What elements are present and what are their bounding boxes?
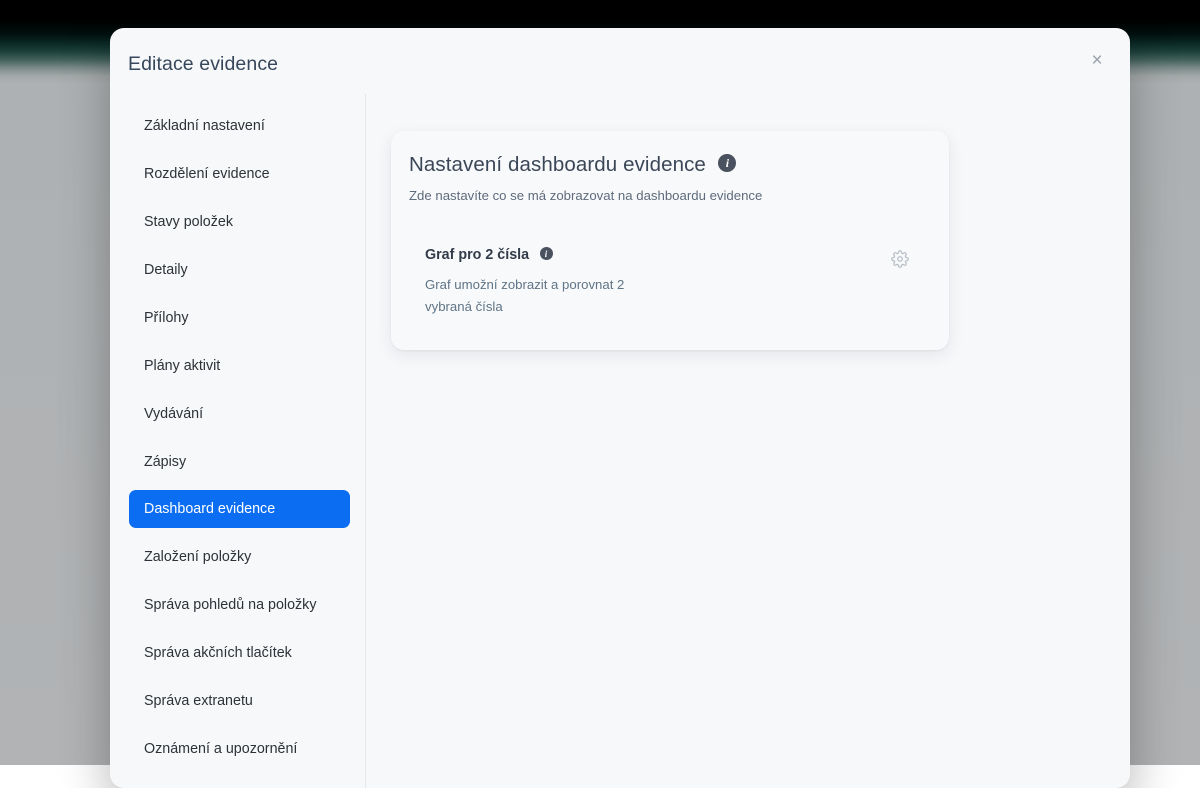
widget-title: Graf pro 2 čísla xyxy=(425,247,529,263)
sidebar-item-label: Plány aktivit xyxy=(144,358,220,374)
close-icon[interactable]: × xyxy=(1084,47,1110,73)
modal-titlebar: Editace evidence × xyxy=(110,28,1130,94)
card-subtitle: Zde nastavíte co se má zobrazovat na das… xyxy=(409,188,929,203)
sidebar-item-stavy-polozek[interactable]: Stavy položek xyxy=(132,202,351,241)
sidebar-item-prilohy[interactable]: Přílohy xyxy=(132,298,351,337)
sidebar-item-sprava-pohledu-na-polozky[interactable]: Správa pohledů na položky xyxy=(132,585,351,624)
info-icon[interactable]: i xyxy=(540,247,553,260)
info-icon[interactable]: i xyxy=(718,154,736,172)
sidebar-item-label: Základní nastavení xyxy=(144,118,265,134)
sidebar-item-zakladni-nastaveni[interactable]: Základní nastavení xyxy=(132,106,351,145)
widget-description: Graf umožní zobrazit a porovnat 2 vybran… xyxy=(425,274,647,318)
modal-body: Základní nastavení Rozdělení evidence St… xyxy=(110,94,1130,788)
widget-title-line: Graf pro 2 čísla i xyxy=(425,246,889,264)
sidebar-item-plany-aktivit[interactable]: Plány aktivit xyxy=(132,346,351,385)
sidebar-item-label: Zápisy xyxy=(144,454,186,470)
sidebar-item-label: Detaily xyxy=(144,262,188,278)
sidebar-item-label: Správa extranetu xyxy=(144,693,253,709)
gear-icon[interactable] xyxy=(891,250,909,268)
settings-sidebar: Základní nastavení Rozdělení evidence St… xyxy=(110,94,366,788)
sidebar-item-sprava-akcnich-tlacitek[interactable]: Správa akčních tlačítek xyxy=(132,633,351,672)
sidebar-item-label: Dashboard evidence xyxy=(144,501,275,517)
sidebar-item-sprava-extranetu[interactable]: Správa extranetu xyxy=(132,681,351,720)
widget-list: Graf pro 2 čísla i Graf umožní zobrazit … xyxy=(409,242,929,324)
card-header: Nastavení dashboardu evidence i xyxy=(409,153,929,177)
sidebar-item-label: Přílohy xyxy=(144,310,189,326)
widget-row-graf-pro-2-cisla[interactable]: Graf pro 2 čísla i Graf umožní zobrazit … xyxy=(409,242,929,324)
sidebar-item-vydavani[interactable]: Vydávání xyxy=(132,394,351,433)
sidebar-item-zapisy[interactable]: Zápisy xyxy=(132,442,351,481)
sidebar-item-label: Rozdělení evidence xyxy=(144,166,270,182)
sidebar-item-rozdeleni-evidence[interactable]: Rozdělení evidence xyxy=(132,154,351,193)
settings-content: Nastavení dashboardu evidence i Zde nast… xyxy=(366,94,1130,788)
sidebar-item-zalozeni-polozky[interactable]: Založení položky xyxy=(132,537,351,576)
sidebar-item-label: Správa pohledů na položky xyxy=(144,597,316,613)
modal-title: Editace evidence xyxy=(128,53,278,76)
edit-evidence-modal: Editace evidence × Základní nastavení Ro… xyxy=(110,28,1130,788)
sidebar-item-label: Správa akčních tlačítek xyxy=(144,645,292,661)
sidebar-item-oznameni-a-upozorneni[interactable]: Oznámení a upozornění xyxy=(132,729,351,768)
dashboard-settings-card: Nastavení dashboardu evidence i Zde nast… xyxy=(391,131,949,350)
sidebar-item-detaily[interactable]: Detaily xyxy=(132,250,351,289)
sidebar-item-label: Založení položky xyxy=(144,549,251,565)
sidebar-item-label: Stavy položek xyxy=(144,214,233,230)
sidebar-item-label: Vydávání xyxy=(144,406,203,422)
sidebar-item-label: Oznámení a upozornění xyxy=(144,741,297,757)
page-title: Nastavení dashboardu evidence xyxy=(409,153,706,177)
sidebar-item-dashboard-evidence[interactable]: Dashboard evidence xyxy=(129,490,350,528)
